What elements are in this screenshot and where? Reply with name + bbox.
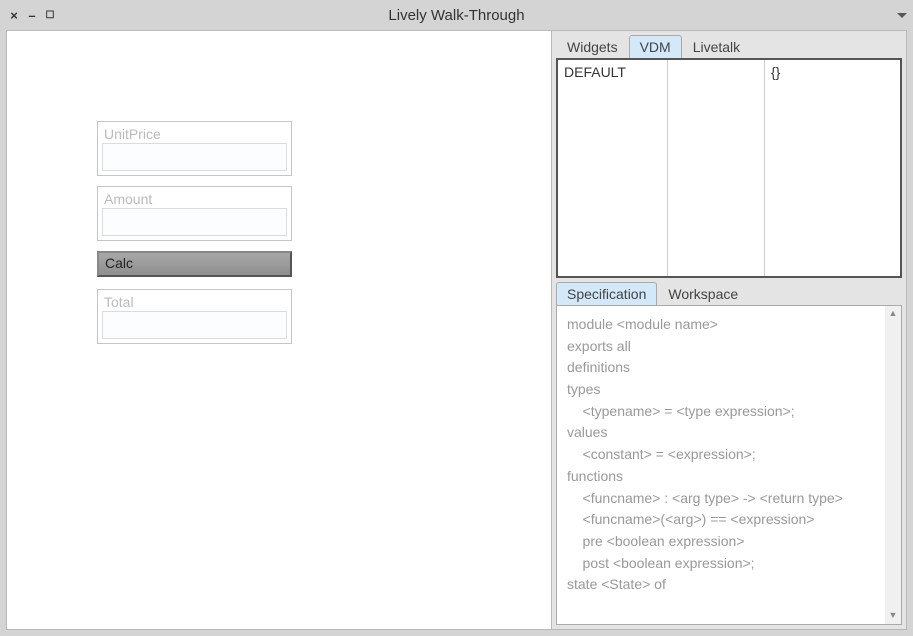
dropdown-icon[interactable] — [897, 13, 907, 18]
total-label: Total — [98, 290, 291, 311]
spec-line: pre <boolean expression> — [567, 531, 891, 553]
amount-input[interactable] — [102, 208, 287, 236]
spec-line: definitions — [567, 357, 891, 379]
tab-vdm[interactable]: VDM — [629, 35, 682, 58]
scroll-down-icon[interactable]: ▼ — [885, 608, 901, 624]
module-table: DEFAULT {} — [556, 58, 902, 278]
module-state-cell[interactable]: {} — [765, 60, 900, 276]
spec-line: <funcname> : <arg type> -> <return type> — [567, 488, 891, 510]
calc-button[interactable]: Calc — [97, 251, 292, 277]
total-input[interactable] — [102, 311, 287, 339]
unitprice-group: UnitPrice — [97, 121, 292, 176]
scroll-up-icon[interactable]: ▲ — [885, 306, 901, 322]
spec-line: state <State> of — [567, 574, 891, 596]
side-panel: Widgets VDM Livetalk DEFAULT {} Specific… — [551, 31, 906, 629]
close-icon[interactable]: × — [6, 7, 22, 23]
spec-line: <constant> = <expression>; — [567, 444, 891, 466]
minimize-icon[interactable]: – — [24, 7, 40, 23]
maximize-icon[interactable]: ☐ — [42, 7, 58, 23]
specification-text[interactable]: module <module name>exports alldefinitio… — [556, 305, 902, 625]
sub-tabs: Specification Workspace — [556, 282, 902, 305]
unitprice-label: UnitPrice — [98, 122, 291, 143]
total-group: Total — [97, 289, 292, 344]
titlebar-controls: × – ☐ — [6, 7, 58, 23]
main-tabs: Widgets VDM Livetalk — [556, 35, 902, 58]
module-col2-cell[interactable] — [668, 60, 765, 276]
amount-label: Amount — [98, 187, 291, 208]
spec-line: <funcname>(<arg>) == <expression> — [567, 509, 891, 531]
spec-line: module <module name> — [567, 314, 891, 336]
spec-line: types — [567, 379, 891, 401]
app-window: × – ☐ Lively Walk-Through UnitPrice Amou… — [0, 0, 913, 636]
scrollbar[interactable]: ▲ ▼ — [885, 306, 901, 624]
tab-livetalk[interactable]: Livetalk — [682, 35, 751, 58]
spec-line: <typename> = <type expression>; — [567, 401, 891, 423]
spec-line: functions — [567, 466, 891, 488]
spec-line: values — [567, 422, 891, 444]
content-area: UnitPrice Amount Calc Total Widgets VDM … — [6, 30, 907, 630]
titlebar: × – ☐ Lively Walk-Through — [0, 0, 913, 30]
titlebar-right — [897, 13, 907, 18]
tab-widgets[interactable]: Widgets — [556, 35, 629, 58]
unitprice-input[interactable] — [102, 143, 287, 171]
spec-line: exports all — [567, 336, 891, 358]
tab-workspace[interactable]: Workspace — [657, 282, 749, 305]
canvas-pane: UnitPrice Amount Calc Total — [7, 31, 551, 629]
spec-line: post <boolean expression>; — [567, 553, 891, 575]
module-name-cell[interactable]: DEFAULT — [558, 60, 668, 276]
amount-group: Amount — [97, 186, 292, 241]
tab-specification[interactable]: Specification — [556, 282, 657, 305]
window-title: Lively Walk-Through — [0, 7, 913, 24]
